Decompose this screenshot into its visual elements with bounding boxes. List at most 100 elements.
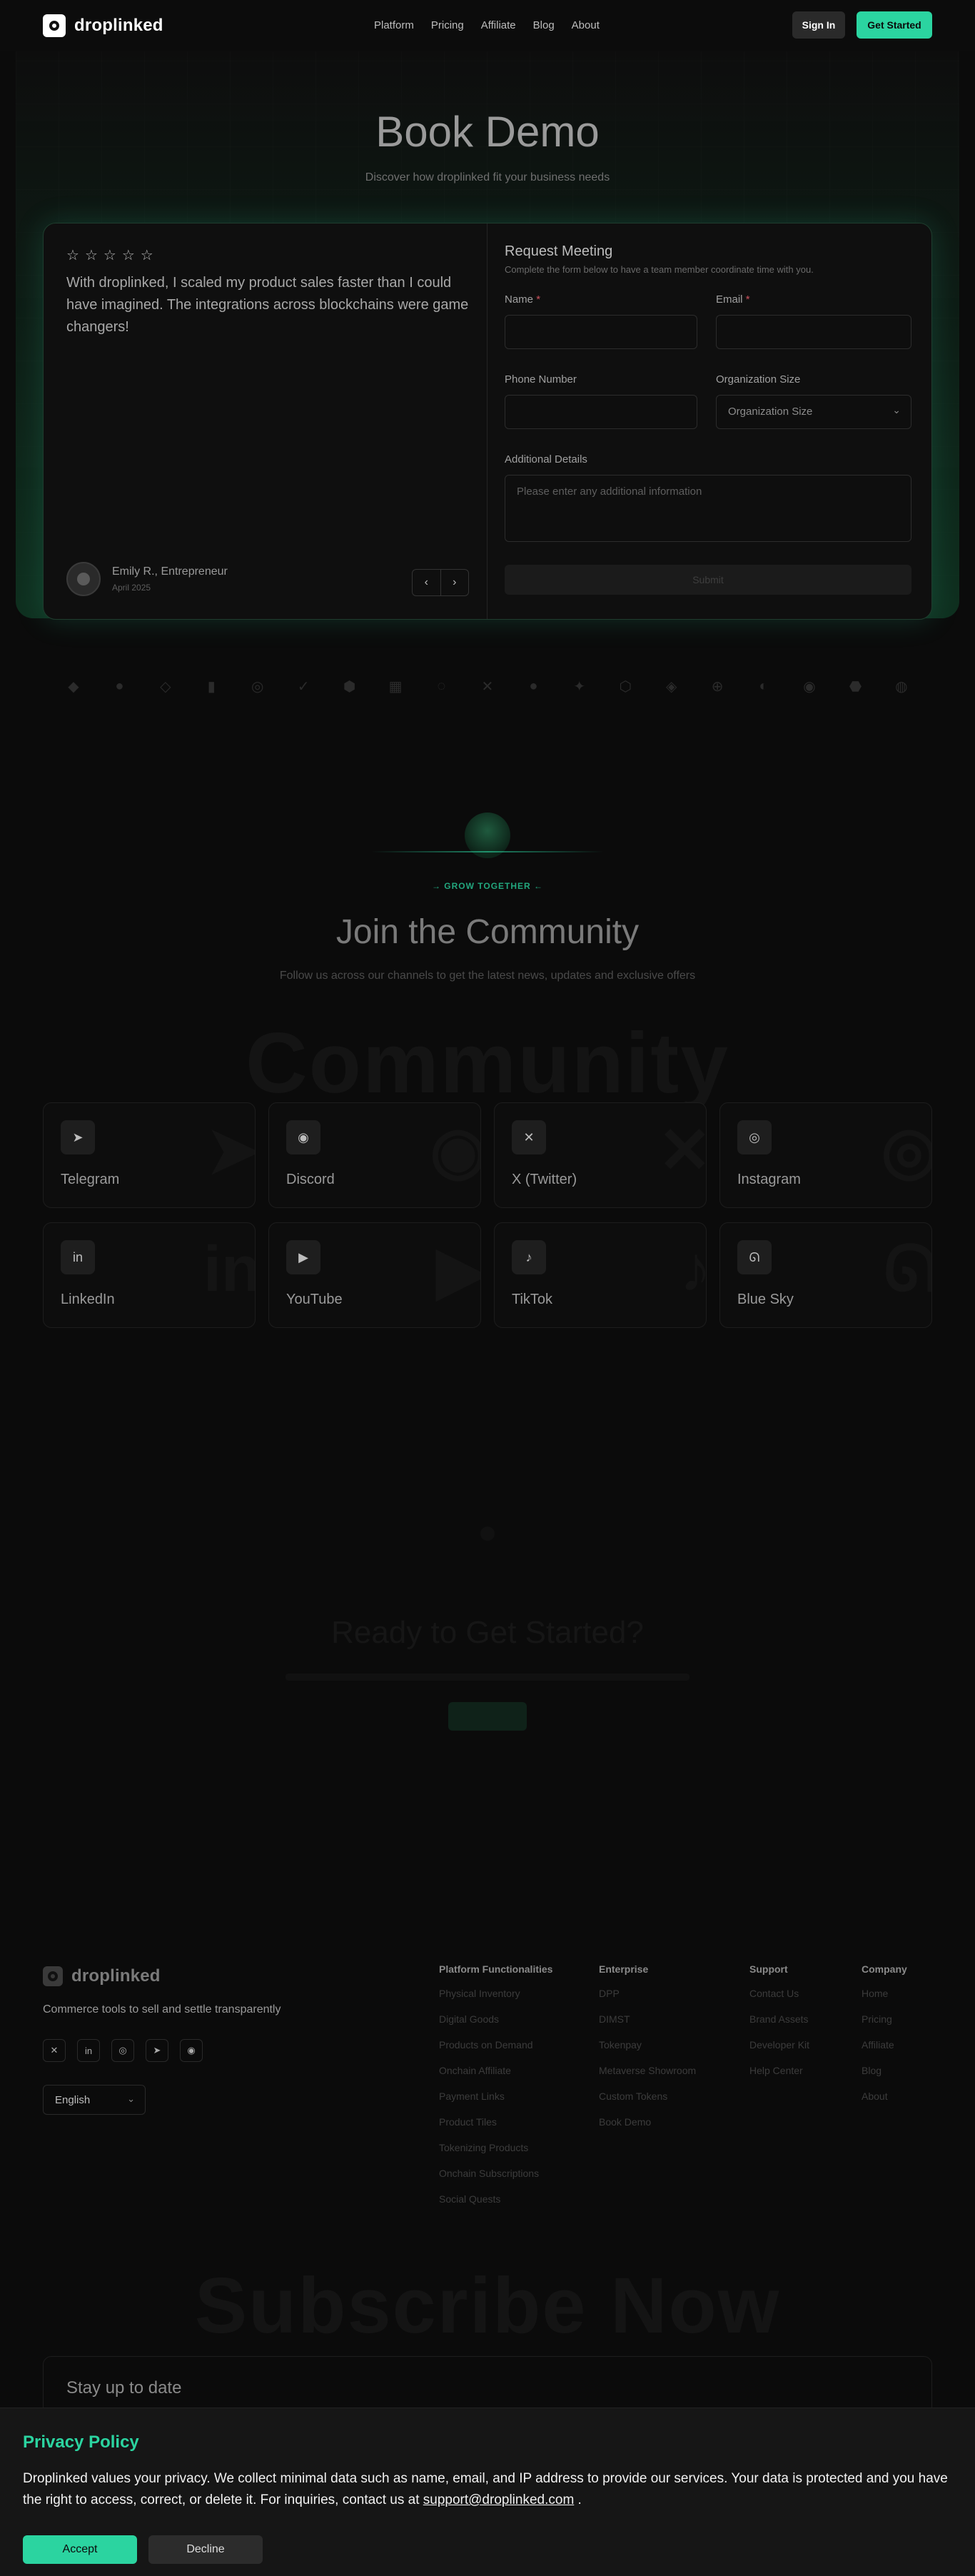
sign-in-button[interactable]: Sign In bbox=[792, 11, 845, 39]
partner-logo-icon: ◆ bbox=[68, 678, 79, 695]
footer-link[interactable]: Affiliate bbox=[862, 2039, 907, 2051]
social-card-telegram[interactable]: ➤ ➤ Telegram bbox=[43, 1102, 256, 1208]
chevron-right-icon[interactable]: › bbox=[441, 570, 469, 595]
social-card-linkedin[interactable]: in in LinkedIn bbox=[43, 1222, 256, 1328]
tiktok-icon: ♪ bbox=[512, 1240, 546, 1274]
footer-link[interactable]: Product Tiles bbox=[439, 2116, 552, 2128]
social-card-bluesky[interactable]: ᘏ ᘏ Blue Sky bbox=[719, 1222, 932, 1328]
footer-link[interactable]: Pricing bbox=[862, 2013, 907, 2025]
footer-link[interactable]: About bbox=[862, 2091, 907, 2102]
footer-col-title: Platform Functionalities bbox=[439, 1963, 553, 1975]
footer-link[interactable]: Home bbox=[862, 1988, 907, 1999]
chevron-down-icon: ⌄ bbox=[892, 404, 901, 416]
nav-about[interactable]: About bbox=[572, 19, 600, 31]
linkedin-icon: in bbox=[61, 1240, 95, 1274]
footer-link[interactable]: Social Quests bbox=[439, 2193, 552, 2205]
footer-col-support: Support Contact Us Brand Assets Develope… bbox=[749, 1963, 809, 2091]
privacy-title: Privacy Policy bbox=[23, 2432, 139, 2452]
brand-name: droplinked bbox=[74, 16, 163, 35]
instagram-watermark-icon: ◎ bbox=[881, 1115, 932, 1187]
social-card-label: Discord bbox=[286, 1172, 335, 1187]
meeting-form: Request Meeting Complete the form below … bbox=[505, 243, 911, 595]
partner-logos: ◆ ● ◇ ▮ ◎ ✓ ⬢ ▦ ◌ ✕ ● ✦ ⬡ ◈ ⊕ ◐ ◉ ⬣ ◍ bbox=[64, 677, 911, 695]
footer-link[interactable]: Tokenizing Products bbox=[439, 2142, 552, 2153]
testimonial-panel: ☆ ☆ ☆ ☆ ☆ With droplinked, I scaled my p… bbox=[44, 223, 487, 619]
telegram-icon[interactable]: ➤ bbox=[146, 2039, 168, 2062]
details-placeholder: Please enter any additional information bbox=[517, 485, 702, 498]
social-card-discord[interactable]: ◉ ◉ Discord bbox=[268, 1102, 481, 1208]
social-card-instagram[interactable]: ◎ ◎ Instagram bbox=[719, 1102, 932, 1208]
get-started-button[interactable]: Get Started bbox=[857, 11, 932, 39]
social-card-x[interactable]: ✕ ✕ X (Twitter) bbox=[494, 1102, 707, 1208]
org-size-select[interactable]: Organization Size ⌄ bbox=[716, 395, 911, 429]
footer-link[interactable]: Contact Us bbox=[749, 1988, 809, 1999]
social-card-tiktok[interactable]: ♪ ♪ TikTok bbox=[494, 1222, 707, 1328]
footer-social-links: ✕ in ◎ ➤ ◉ bbox=[43, 2039, 203, 2062]
bluesky-watermark-icon: ᘏ bbox=[884, 1234, 932, 1305]
footer-logo[interactable]: droplinked bbox=[43, 1966, 161, 1986]
phone-field[interactable] bbox=[505, 395, 697, 429]
submit-button[interactable]: Submit bbox=[505, 565, 911, 595]
decline-button[interactable]: Decline bbox=[148, 2535, 263, 2564]
linkedin-watermark-icon: in bbox=[203, 1234, 256, 1305]
testimonial-pager: ‹ › bbox=[412, 569, 469, 596]
chevron-down-icon: ⌄ bbox=[127, 2093, 135, 2104]
language-select[interactable]: English ⌄ bbox=[43, 2085, 146, 2115]
details-label: Additional Details bbox=[505, 453, 587, 466]
instagram-icon[interactable]: ◎ bbox=[111, 2039, 134, 2062]
bluesky-icon: ᘏ bbox=[737, 1240, 772, 1274]
email-field[interactable] bbox=[716, 315, 911, 349]
subscribe-title: Stay up to date bbox=[66, 2378, 182, 2398]
partner-logo-icon: ▮ bbox=[207, 678, 216, 695]
footer-link[interactable]: Products on Demand bbox=[439, 2039, 552, 2051]
footer-link[interactable]: Onchain Affiliate bbox=[439, 2065, 552, 2076]
footer-link[interactable]: Payment Links bbox=[439, 2091, 552, 2102]
cta-title: Ready to Get Started? bbox=[331, 1615, 644, 1650]
linkedin-icon[interactable]: in bbox=[77, 2039, 100, 2062]
footer-col-company: Company Home Pricing Affiliate Blog Abou… bbox=[862, 1963, 907, 2116]
footer-link[interactable]: Blog bbox=[862, 2065, 907, 2076]
partner-logo-icon: ◌ bbox=[437, 678, 446, 694]
nav-blog[interactable]: Blog bbox=[533, 19, 555, 31]
social-card-label: Telegram bbox=[61, 1172, 120, 1187]
name-field[interactable] bbox=[505, 315, 697, 349]
social-card-label: LinkedIn bbox=[61, 1292, 115, 1307]
community-subtitle: Follow us across our channels to get the… bbox=[279, 970, 696, 982]
footer-link[interactable]: Help Center bbox=[749, 2065, 809, 2076]
footer-link[interactable]: DIMST bbox=[599, 2013, 696, 2025]
social-card-youtube[interactable]: ▶ ▶ YouTube bbox=[268, 1222, 481, 1328]
chevron-left-icon[interactable]: ‹ bbox=[413, 570, 441, 595]
name-label: Name * bbox=[505, 293, 540, 306]
support-email-link[interactable]: support@droplinked.com bbox=[423, 2492, 575, 2507]
footer-link[interactable]: Metaverse Showroom bbox=[599, 2065, 696, 2076]
droplinked-logo-icon bbox=[43, 1966, 63, 1986]
demo-card: ☆ ☆ ☆ ☆ ☆ With droplinked, I scaled my p… bbox=[43, 223, 932, 620]
nav-pricing[interactable]: Pricing bbox=[431, 19, 464, 31]
footer-link[interactable]: Developer Kit bbox=[749, 2039, 809, 2051]
testimonial-quote: With droplinked, I scaled my product sal… bbox=[66, 275, 469, 335]
footer-link[interactable]: Physical Inventory bbox=[439, 1988, 552, 1999]
telegram-watermark-icon: ➤ bbox=[206, 1115, 256, 1187]
cta-button[interactable] bbox=[448, 1702, 527, 1731]
nav-affiliate[interactable]: Affiliate bbox=[481, 19, 516, 31]
footer-link[interactable]: Book Demo bbox=[599, 2116, 696, 2128]
nav-platform[interactable]: Platform bbox=[374, 19, 414, 31]
brand-logo[interactable]: droplinked bbox=[43, 14, 163, 37]
instagram-icon: ◎ bbox=[737, 1120, 772, 1154]
footer-link[interactable]: DPP bbox=[599, 1988, 696, 1999]
social-card-label: X (Twitter) bbox=[512, 1172, 577, 1187]
footer-link[interactable]: Brand Assets bbox=[749, 2013, 809, 2025]
footer-link[interactable]: Tokenpay bbox=[599, 2039, 696, 2051]
divider-glow bbox=[371, 851, 604, 852]
discord-icon[interactable]: ◉ bbox=[180, 2039, 203, 2062]
accept-button[interactable]: Accept bbox=[23, 2535, 137, 2564]
footer-link[interactable]: Custom Tokens bbox=[599, 2091, 696, 2102]
footer-link[interactable]: Digital Goods bbox=[439, 2013, 552, 2025]
star-icon: ☆ bbox=[121, 248, 135, 263]
footer-link[interactable]: Onchain Subscriptions bbox=[439, 2168, 552, 2179]
community-title: Join the Community bbox=[335, 913, 640, 951]
x-icon[interactable]: ✕ bbox=[43, 2039, 66, 2062]
details-textarea[interactable]: Please enter any additional information bbox=[505, 475, 911, 542]
partner-logo-icon: ◐ bbox=[759, 678, 768, 694]
form-subtitle: Complete the form below to have a team m… bbox=[505, 264, 814, 275]
